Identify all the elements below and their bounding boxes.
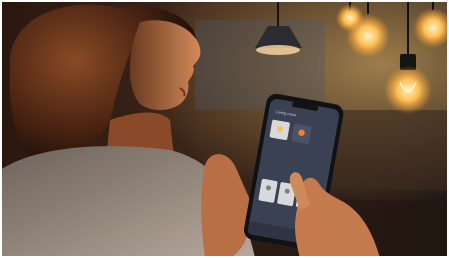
bulb-glow-2: [346, 14, 390, 58]
photo-scene: Living room: [0, 0, 449, 258]
shelf: [330, 110, 449, 190]
pendant-glow: [256, 45, 300, 55]
window-panel: [195, 20, 325, 110]
bulb-glow-4: [384, 66, 432, 114]
